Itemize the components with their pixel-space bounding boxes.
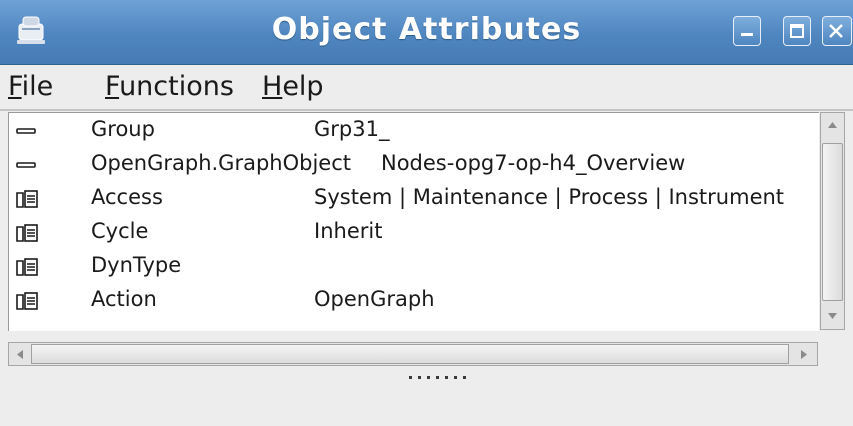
menu-help-mnemonic: H bbox=[262, 71, 283, 102]
menu-bar: File Functions Help bbox=[0, 65, 853, 109]
attribute-name: OpenGraph.GraphObject bbox=[91, 151, 351, 175]
folder-icon bbox=[15, 223, 41, 243]
menu-separator bbox=[0, 109, 853, 111]
attribute-value: Grp31_ bbox=[314, 117, 390, 141]
scroll-down-icon[interactable] bbox=[824, 307, 841, 324]
attribute-icon bbox=[15, 155, 41, 175]
maximize-button[interactable] bbox=[783, 16, 811, 46]
pane-resize-grip[interactable] bbox=[408, 374, 470, 380]
scroll-up-icon[interactable] bbox=[824, 117, 841, 134]
title-bar[interactable]: Object Attributes bbox=[0, 0, 853, 65]
attribute-name: DynType bbox=[91, 253, 182, 277]
object-attributes-window: Object Attributes File Functions Help Gr… bbox=[0, 0, 853, 426]
attribute-value: System | Maintenance | Process | Instrum… bbox=[314, 185, 785, 209]
attribute-list[interactable]: Group Grp31_ OpenGraph.GraphObject Nodes… bbox=[8, 112, 819, 331]
attribute-row-graphobject[interactable]: OpenGraph.GraphObject Nodes-opg7-op-h4_O… bbox=[9, 147, 819, 181]
scroll-left-icon[interactable] bbox=[12, 346, 29, 363]
minimize-button[interactable] bbox=[733, 16, 761, 46]
vertical-scroll-thumb[interactable] bbox=[822, 143, 843, 301]
minimize-icon bbox=[741, 33, 753, 36]
menu-file-label: ile bbox=[21, 71, 54, 102]
maximize-icon bbox=[790, 24, 804, 38]
menu-functions-mnemonic: F bbox=[105, 71, 120, 102]
attribute-name: Action bbox=[91, 287, 157, 311]
attribute-name: Cycle bbox=[91, 219, 149, 243]
attribute-row-group[interactable]: Group Grp31_ bbox=[9, 113, 819, 147]
attribute-name: Group bbox=[91, 117, 155, 141]
attribute-row-action[interactable]: Action OpenGraph bbox=[9, 283, 819, 317]
attribute-icon bbox=[15, 121, 41, 141]
close-button[interactable] bbox=[822, 16, 852, 46]
attribute-row-cycle[interactable]: Cycle Inherit bbox=[9, 215, 819, 249]
horizontal-scrollbar[interactable] bbox=[8, 342, 818, 366]
folder-icon bbox=[15, 257, 41, 277]
vertical-scrollbar[interactable] bbox=[820, 112, 845, 330]
attribute-row-access[interactable]: Access System | Maintenance | Process | … bbox=[9, 181, 819, 215]
attribute-row-dyntype[interactable]: DynType bbox=[9, 249, 819, 283]
attribute-name: Access bbox=[91, 185, 163, 209]
horizontal-scroll-thumb[interactable] bbox=[31, 344, 789, 364]
menu-functions-label: unctions bbox=[119, 71, 234, 102]
attribute-value: Inherit bbox=[314, 219, 383, 243]
folder-icon bbox=[15, 189, 41, 209]
attribute-value: Nodes-opg7-op-h4_Overview bbox=[381, 151, 686, 175]
folder-icon bbox=[15, 291, 41, 311]
attribute-value: OpenGraph bbox=[314, 287, 435, 311]
close-icon bbox=[829, 24, 843, 38]
menu-help-label: elp bbox=[282, 71, 324, 102]
menu-file-mnemonic: F bbox=[8, 71, 22, 102]
scroll-right-icon[interactable] bbox=[795, 346, 812, 363]
menu-help[interactable]: Help bbox=[262, 71, 324, 102]
menu-functions[interactable]: Functions bbox=[105, 71, 234, 102]
window-title: Object Attributes bbox=[271, 12, 582, 47]
menu-file[interactable]: File bbox=[8, 71, 53, 102]
